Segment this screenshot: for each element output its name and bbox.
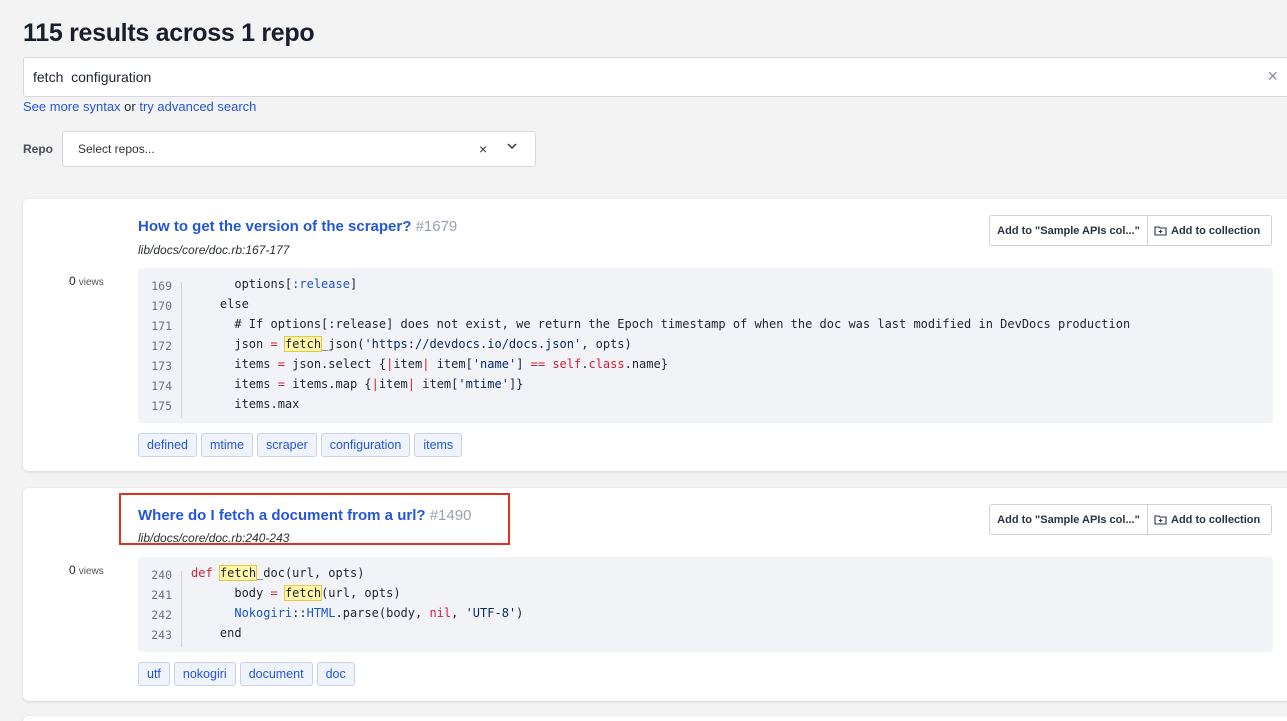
- result-title-text: How to get the version of the scraper?: [138, 218, 412, 235]
- tag[interactable]: items: [414, 433, 463, 457]
- line-number: 175: [151, 399, 172, 413]
- repo-select[interactable]: Select repos... ×: [62, 131, 536, 167]
- match-highlight: fetch: [283, 336, 323, 352]
- tag-list: utf nokogiri document doc: [138, 662, 355, 686]
- result-number: #1490: [429, 507, 472, 524]
- add-to-sample-collection-button[interactable]: Add to "Sample APIs col...": [989, 215, 1148, 246]
- match-highlight: fetch: [218, 565, 258, 581]
- view-count: 0 views: [69, 274, 104, 288]
- code-line: 243 end: [138, 625, 1273, 645]
- repo-filter-label: Repo: [23, 142, 53, 156]
- line-number: 240: [151, 568, 172, 582]
- code-line: 240 def fetch_doc(url, opts): [138, 565, 1273, 585]
- code-line: 169 options[:release]: [138, 276, 1273, 296]
- clear-search-icon[interactable]: ×: [1267, 66, 1278, 87]
- tag[interactable]: document: [239, 662, 313, 686]
- line-number: 243: [151, 628, 172, 642]
- folder-plus-icon: [1154, 515, 1167, 525]
- add-to-collection-label: Add to collection: [1171, 513, 1261, 526]
- result-title-link[interactable]: Where do I fetch a document from a url? …: [138, 507, 471, 524]
- repo-select-placeholder: Select repos...: [78, 142, 155, 156]
- view-count-label: views: [78, 566, 104, 577]
- tag[interactable]: mtime: [201, 433, 254, 457]
- folder-plus-icon: [1154, 226, 1167, 236]
- code-snippet: 240 def fetch_doc(url, opts) 241 body = f…: [138, 557, 1273, 652]
- tag[interactable]: utf: [138, 662, 170, 686]
- page-title: 115 results across 1 repo: [23, 19, 315, 47]
- tag[interactable]: scraper: [257, 433, 317, 457]
- code-line: 170 else: [138, 296, 1273, 316]
- code-line: 173 items = json.select {|item| item['na…: [138, 356, 1273, 376]
- result-title-text: Where do I fetch a document from a url?: [138, 507, 426, 524]
- advanced-search-link[interactable]: try advanced search: [139, 99, 256, 114]
- tag[interactable]: defined: [138, 433, 198, 457]
- tag[interactable]: configuration: [320, 433, 411, 457]
- line-number: 241: [151, 588, 172, 602]
- code-snippet: 169 options[:release] 170 else 171 # If …: [138, 268, 1273, 423]
- repo-clear-icon[interactable]: ×: [479, 141, 487, 157]
- file-path: lib/docs/core/doc.rb:167-177: [138, 243, 290, 257]
- add-to-collection-button[interactable]: Add to collection: [1148, 504, 1272, 535]
- view-count-number: 0: [69, 274, 76, 288]
- syntax-help: See more syntax or try advanced search: [23, 99, 256, 114]
- view-count: 0 views: [69, 563, 104, 577]
- file-path: lib/docs/core/doc.rb:240-243: [138, 531, 290, 545]
- tag[interactable]: doc: [316, 662, 355, 686]
- result-card: 0 views How to get the version of the sc…: [23, 199, 1287, 471]
- result-number: #1679: [415, 218, 458, 235]
- result-title-link[interactable]: How to get the version of the scraper? #…: [138, 218, 457, 235]
- add-to-collection-button[interactable]: Add to collection: [1148, 215, 1272, 246]
- see-more-syntax-link[interactable]: See more syntax: [23, 99, 121, 114]
- add-to-collection-label: Add to collection: [1171, 224, 1261, 237]
- collection-buttons: Add to "Sample APIs col..." Add to colle…: [989, 215, 1272, 246]
- line-number: 169: [151, 279, 172, 293]
- tag-list: defined mtime scraper configuration item…: [138, 433, 463, 457]
- syntax-or-text: or: [120, 99, 140, 114]
- code-line: 175 items.max: [138, 396, 1273, 416]
- chevron-down-icon[interactable]: [505, 139, 519, 153]
- collection-buttons: Add to "Sample APIs col..." Add to colle…: [989, 504, 1272, 535]
- line-number: 173: [151, 359, 172, 373]
- result-card: 0 views Where do I fetch a document from…: [23, 488, 1287, 701]
- line-number: 242: [151, 608, 172, 622]
- search-results-page: 115 results across 1 repo × See more syn…: [0, 0, 1287, 721]
- code-line: 171 # If options[:release] does not exis…: [138, 316, 1273, 336]
- line-number: 172: [151, 339, 172, 353]
- tag[interactable]: nokogiri: [173, 662, 236, 686]
- line-number: 170: [151, 299, 172, 313]
- view-count-label: views: [78, 277, 104, 288]
- code-line: 172 json = fetch_json('https://devdocs.i…: [138, 336, 1273, 356]
- code-line: 242 Nokogiri::HTML.parse(body, nil, 'UTF…: [138, 605, 1273, 625]
- line-number: 171: [151, 319, 172, 333]
- view-count-number: 0: [69, 563, 76, 577]
- add-to-sample-collection-button[interactable]: Add to "Sample APIs col...": [989, 504, 1148, 535]
- code-line: 174 items = items.map {|item| item['mtim…: [138, 376, 1273, 396]
- result-card: [23, 716, 1287, 721]
- search-box: ×: [23, 57, 1287, 97]
- match-highlight: fetch: [283, 585, 323, 601]
- search-input[interactable]: [33, 67, 1233, 87]
- code-line: 241 body = fetch(url, opts): [138, 585, 1273, 605]
- line-number: 174: [151, 379, 172, 393]
